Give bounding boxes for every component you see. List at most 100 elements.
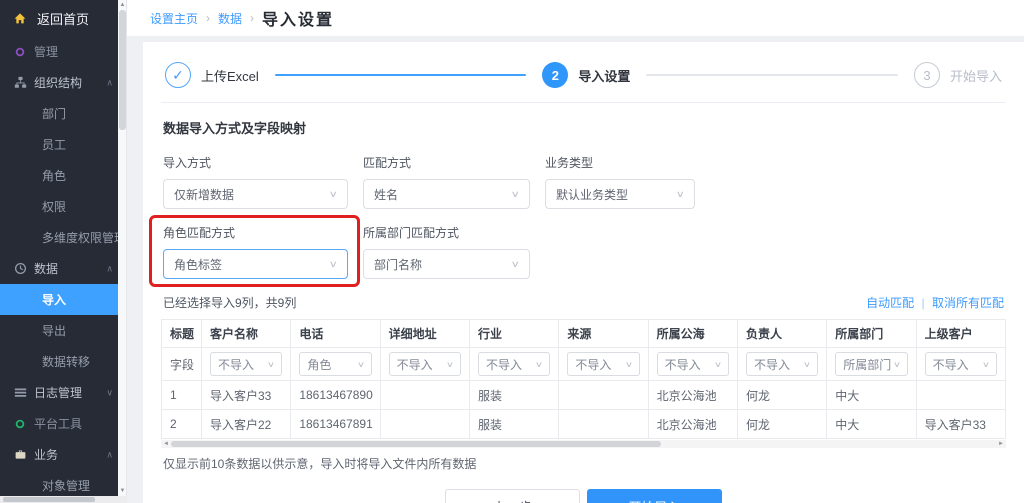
column-map-select-parent-customer[interactable]: 不导入∨: [925, 352, 997, 376]
scrollbar-thumb[interactable]: [171, 441, 661, 447]
scroll-right-icon[interactable]: ►: [998, 440, 1004, 448]
sidebar-item-role[interactable]: 角色: [0, 160, 118, 191]
match-mode-select[interactable]: 姓名 ∨: [363, 179, 530, 209]
sidebar-item-data[interactable]: 数据 ∧: [0, 253, 118, 284]
home-icon: [13, 11, 27, 25]
match-links: 自动匹配 | 取消所有匹配: [866, 294, 1004, 311]
sidebar-item-business[interactable]: 业务 ∧: [0, 439, 118, 470]
scrollbar-thumb[interactable]: [119, 10, 126, 130]
sidebar-item-data-transfer[interactable]: 数据转移: [0, 346, 118, 377]
sidebar-item-label: 返回首页: [37, 9, 89, 28]
chevron-down-icon: ∨: [535, 360, 543, 369]
chevron-down-icon: ∨: [446, 360, 454, 369]
sidebar-item-platform-tools[interactable]: 平台工具: [0, 408, 118, 439]
chevron-down-icon: ∨: [511, 189, 520, 200]
scroll-down-icon[interactable]: ▼: [118, 488, 127, 494]
sidebar-item-admin[interactable]: 管理: [0, 36, 118, 67]
import-settings-card: ✓ 上传Excel 2 导入设置 3 开始导入 数据导入方式及字段映射 导入方式…: [143, 42, 1024, 503]
field-match-mode: 匹配方式 姓名 ∨: [363, 154, 530, 209]
sidebar-item-export[interactable]: 导出: [0, 315, 118, 346]
breadcrumb-link-data[interactable]: 数据: [218, 10, 242, 27]
preview-note: 仅显示前10条数据以供示意，导入时将导入文件内所有数据: [163, 455, 1006, 472]
step-start-import: 3 开始导入: [914, 62, 1002, 88]
chevron-up-icon: ∧: [106, 77, 113, 88]
briefcase-icon: [13, 448, 27, 462]
chevron-down-icon: ∨: [625, 360, 633, 369]
form-row-1: 导入方式 仅新增数据 ∨ 匹配方式 姓名 ∨ 业务类型 默认业务类型 ∨: [163, 154, 1006, 209]
field-business-type: 业务类型 默认业务类型 ∨: [545, 154, 695, 209]
section-divider: [161, 102, 1006, 103]
admin-ring-icon: [13, 45, 27, 59]
start-import-button[interactable]: 开始导入: [587, 489, 722, 503]
sidebar-item-import[interactable]: 导入: [0, 284, 118, 315]
breadcrumb: 设置主页 › 数据 › 导入设置: [127, 0, 1024, 36]
breadcrumb-separator-icon: ›: [206, 11, 210, 25]
chevron-down-icon: ∨: [511, 259, 520, 270]
sidebar-item-permission[interactable]: 权限: [0, 191, 118, 222]
sidebar-item-department[interactable]: 部门: [0, 98, 118, 129]
chevron-down-icon: ∨: [329, 259, 338, 270]
role-match-mode-select[interactable]: 角色标签 ∨: [163, 249, 348, 279]
field-select-row: 字段 不导入∨ 角色∨ 不导入∨ 不导入∨ 不导入∨ 不导入∨ 不导入∨ 所属部…: [162, 348, 1006, 381]
business-type-select[interactable]: 默认业务类型 ∨: [545, 179, 695, 209]
table-header-row: 标题 客户名称 电话 详细地址 行业 来源 所属公海 负责人 所属部门 上级客户: [162, 320, 1006, 348]
breadcrumb-link-settings-home[interactable]: 设置主页: [150, 10, 198, 27]
chevron-down-icon: ∨: [803, 360, 811, 369]
cancel-all-match-link[interactable]: 取消所有匹配: [932, 296, 1004, 310]
column-map-select-industry[interactable]: 不导入∨: [478, 352, 550, 376]
table-row: 1 导入客户33 18613467890 服装 北京公海池 何龙 中大: [162, 381, 1006, 410]
page-title: 导入设置: [262, 6, 334, 30]
column-map-select-department[interactable]: 所属部门∨: [835, 352, 907, 376]
sidebar-item-org-structure[interactable]: 组织结构 ∧: [0, 67, 118, 98]
previous-step-button[interactable]: 上一步: [445, 489, 580, 503]
chevron-down-icon: ∨: [676, 189, 685, 200]
step-upload-excel: ✓ 上传Excel: [165, 62, 259, 88]
field-department-match-mode: 所属部门匹配方式 部门名称 ∨: [363, 224, 530, 279]
column-map-select-customer-name[interactable]: 不导入∨: [210, 352, 282, 376]
chevron-down-icon: ∨: [714, 360, 722, 369]
sidebar-horizontal-scrollbar[interactable]: [0, 496, 127, 503]
step-number: 2: [542, 62, 568, 88]
clock-icon: [13, 262, 27, 276]
table-horizontal-scrollbar[interactable]: ◄ ►: [161, 440, 1006, 448]
auto-match-link[interactable]: 自动匹配: [866, 296, 914, 310]
log-list-icon: [13, 386, 27, 400]
column-map-select-pool[interactable]: 不导入∨: [657, 352, 729, 376]
chevron-down-icon: ∨: [106, 387, 113, 398]
field-import-mode: 导入方式 仅新增数据 ∨: [163, 154, 348, 209]
scrollbar-thumb[interactable]: [3, 497, 95, 502]
link-divider: |: [922, 296, 925, 310]
breadcrumb-separator-icon: ›: [250, 11, 254, 25]
chevron-down-icon: ∨: [357, 360, 365, 369]
sidebar-item-log-management[interactable]: 日志管理 ∨: [0, 377, 118, 408]
sidebar-item-home[interactable]: 返回首页: [0, 0, 118, 36]
sidebar-item-multidim-permission[interactable]: 多维度权限管理: [0, 222, 118, 253]
step-number: 3: [914, 62, 940, 88]
field-role-match-mode: 角色匹配方式 角色标签 ∨: [163, 224, 348, 279]
field-mapping-table: 标题 客户名称 电话 详细地址 行业 来源 所属公海 负责人 所属部门 上级客户…: [161, 319, 1006, 439]
sidebar-item-object-management[interactable]: 对象管理: [0, 470, 118, 496]
column-map-select-phone[interactable]: 角色∨: [299, 352, 371, 376]
department-match-mode-select[interactable]: 部门名称 ∨: [363, 249, 530, 279]
sitemap-icon: [13, 76, 27, 90]
column-map-select-owner[interactable]: 不导入∨: [746, 352, 818, 376]
scroll-left-icon[interactable]: ◄: [163, 440, 169, 448]
step-import-settings: 2 导入设置: [542, 62, 630, 88]
step-connector-done: [275, 74, 527, 76]
import-mode-select[interactable]: 仅新增数据 ∨: [163, 179, 348, 209]
scroll-up-icon[interactable]: ▲: [118, 2, 127, 8]
sidebar-vertical-scrollbar[interactable]: ▲ ▼: [118, 0, 127, 496]
chevron-down-icon: ∨: [329, 189, 338, 200]
section-title: 数据导入方式及字段映射: [163, 118, 1006, 137]
chevron-up-icon: ∧: [106, 263, 113, 274]
selection-summary-row: 已经选择导入9列，共9列 自动匹配 | 取消所有匹配: [163, 294, 1004, 311]
step-connector-pending: [646, 74, 898, 76]
sidebar: 返回首页 管理 组织结构 ∧ 部门 员工 角色 权限 多维度权限管理 数据 ∧ …: [0, 0, 118, 496]
column-map-select-source[interactable]: 不导入∨: [567, 352, 639, 376]
column-map-select-address[interactable]: 不导入∨: [389, 352, 461, 376]
chevron-up-icon: ∧: [106, 449, 113, 460]
selection-summary: 已经选择导入9列，共9列: [163, 294, 296, 311]
chevron-down-icon: ∨: [982, 360, 990, 369]
sidebar-item-employee[interactable]: 员工: [0, 129, 118, 160]
field-row-label: 字段: [162, 348, 202, 381]
